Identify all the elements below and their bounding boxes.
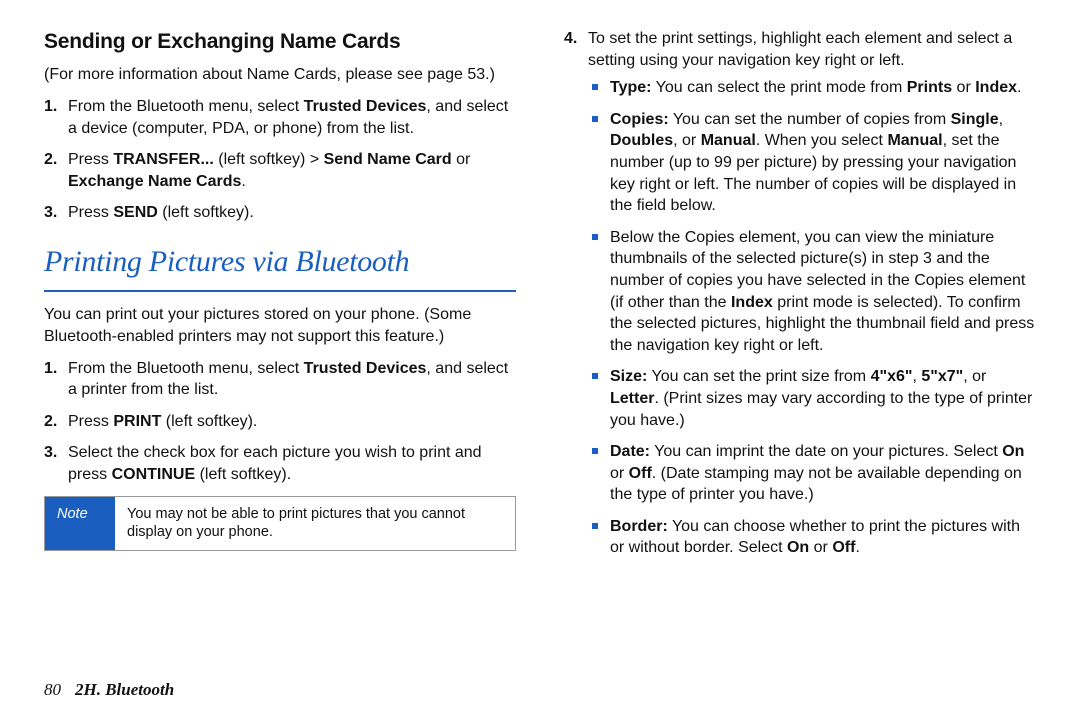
step-text: Press SEND (left softkey). bbox=[68, 204, 254, 221]
step-number: 2. bbox=[44, 149, 57, 171]
step-number: 1. bbox=[44, 358, 57, 380]
step-number: 2. bbox=[44, 411, 57, 433]
setting-border: Border: You can choose whether to print … bbox=[610, 516, 1036, 559]
setting-type: Type: You can select the print mode from… bbox=[610, 77, 1036, 99]
step-text: From the Bluetooth menu, select Trusted … bbox=[68, 360, 508, 399]
step-text: To set the print settings, highlight eac… bbox=[588, 30, 1012, 69]
print-steps-continued: 4. To set the print settings, highlight … bbox=[564, 28, 1036, 559]
step-text: Press TRANSFER... (left softkey) > Send … bbox=[68, 151, 470, 190]
step-item: 1. From the Bluetooth menu, select Trust… bbox=[68, 358, 516, 401]
step-number: 1. bbox=[44, 96, 57, 118]
setting-copies: Copies: You can set the number of copies… bbox=[610, 109, 1036, 217]
note-box: Note You may not be able to print pictur… bbox=[44, 496, 516, 552]
footer-section-title: 2H. Bluetooth bbox=[75, 680, 174, 700]
note-text: You may not be able to print pictures th… bbox=[115, 497, 515, 551]
step-number: 3. bbox=[44, 442, 57, 464]
step-text: From the Bluetooth menu, select Trusted … bbox=[68, 98, 508, 137]
two-column-layout: Sending or Exchanging Name Cards (For mo… bbox=[44, 28, 1036, 656]
section-rule bbox=[44, 290, 516, 292]
note-label: Note bbox=[45, 497, 115, 551]
step-number: 3. bbox=[44, 202, 57, 224]
step-item: 2. Press PRINT (left softkey). bbox=[68, 411, 516, 433]
setting-size: Size: You can set the print size from 4"… bbox=[610, 366, 1036, 431]
left-column: Sending or Exchanging Name Cards (For mo… bbox=[44, 28, 516, 656]
step-item: 3. Press SEND (left softkey). bbox=[68, 202, 516, 224]
setting-date: Date: You can imprint the date on your p… bbox=[610, 441, 1036, 506]
right-column: 4. To set the print settings, highlight … bbox=[564, 28, 1036, 656]
step-item: 2. Press TRANSFER... (left softkey) > Se… bbox=[68, 149, 516, 192]
step-text: Press PRINT (left softkey). bbox=[68, 413, 257, 430]
print-settings-list: Type: You can select the print mode from… bbox=[588, 77, 1036, 559]
name-card-steps: 1. From the Bluetooth menu, select Trust… bbox=[44, 96, 516, 224]
step-item: 4. To set the print settings, highlight … bbox=[588, 28, 1036, 559]
manual-page: Sending or Exchanging Name Cards (For mo… bbox=[0, 0, 1080, 720]
step-text: Select the check box for each picture yo… bbox=[68, 444, 482, 483]
subsection-heading: Sending or Exchanging Name Cards bbox=[44, 28, 516, 56]
step-item: 1. From the Bluetooth menu, select Trust… bbox=[68, 96, 516, 139]
page-footer: 80 2H. Bluetooth bbox=[44, 656, 1036, 700]
page-number: 80 bbox=[44, 680, 61, 700]
section-title: Printing Pictures via Bluetooth bbox=[44, 242, 516, 283]
intro-paragraph: (For more information about Name Cards, … bbox=[44, 64, 516, 86]
print-intro: You can print out your pictures stored o… bbox=[44, 304, 516, 347]
setting-thumbnails: Below the Copies element, you can view t… bbox=[610, 227, 1036, 357]
step-number: 4. bbox=[564, 28, 577, 50]
print-steps: 1. From the Bluetooth menu, select Trust… bbox=[44, 358, 516, 486]
step-item: 3. Select the check box for each picture… bbox=[68, 442, 516, 485]
